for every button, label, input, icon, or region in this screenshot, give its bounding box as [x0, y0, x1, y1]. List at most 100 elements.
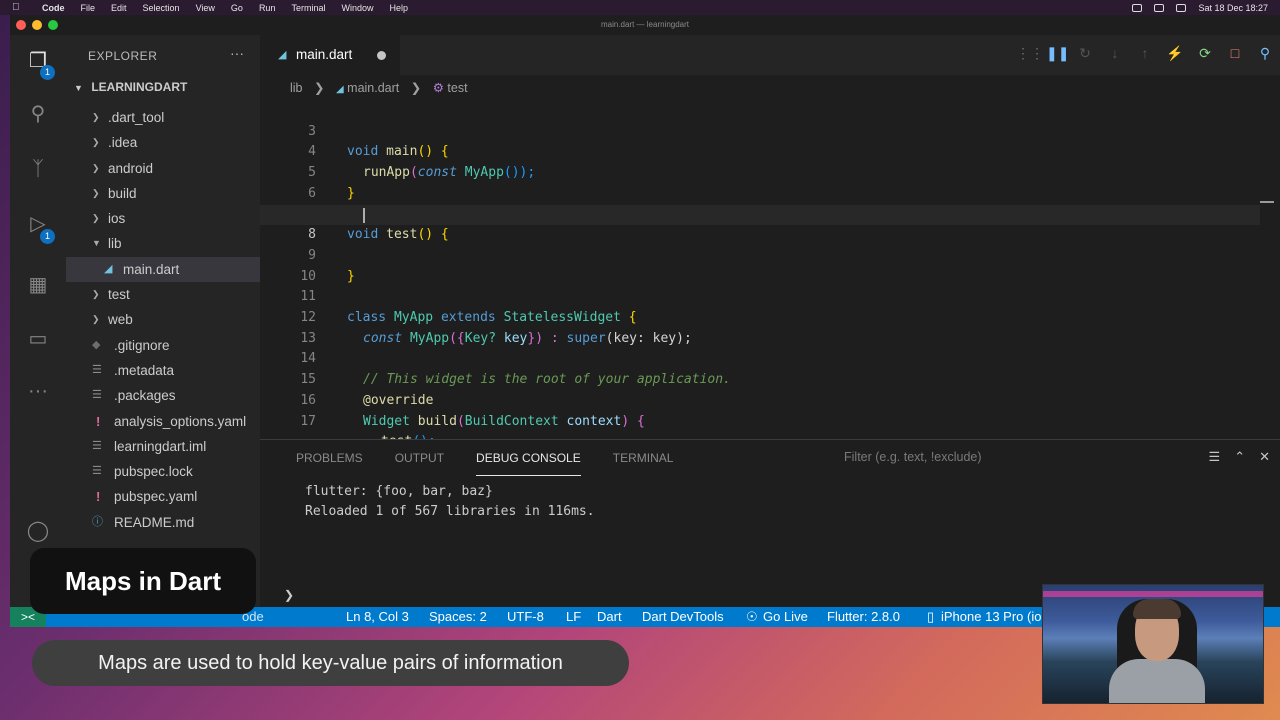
- menu-selection[interactable]: Selection: [143, 3, 180, 13]
- zoom-window-button[interactable]: [48, 20, 58, 30]
- drag-handle-icon[interactable]: ⋮⋮: [1016, 45, 1044, 62]
- menu-help[interactable]: Help: [389, 3, 408, 13]
- breadcrumb-test[interactable]: test: [447, 81, 467, 95]
- activity-bar: ❐ 1 ⚲ ᛉ ▷ 1 ▦ ▭ ··· ◯ ⚙: [10, 35, 66, 607]
- tree-item-label: .metadata: [114, 362, 175, 378]
- stop-icon[interactable]: □: [1226, 45, 1244, 62]
- menu-edit[interactable]: Edit: [111, 3, 127, 13]
- search-icon[interactable]: ⚲: [24, 100, 52, 128]
- breadcrumb-main-dart[interactable]: main.dart: [347, 81, 399, 95]
- extensions-icon[interactable]: ▦: [24, 271, 52, 299]
- wifi-icon[interactable]: [1132, 3, 1143, 12]
- tab-main-dart[interactable]: ◢ main.dart: [260, 35, 400, 75]
- workspace-root-label: LEARNINGDART: [91, 80, 188, 94]
- step-over-icon[interactable]: ↻: [1076, 45, 1094, 62]
- devtools-search-icon[interactable]: ⚲: [1256, 45, 1274, 62]
- menu-window[interactable]: Window: [341, 3, 373, 13]
- code-line: 16 Widget build(BuildContext context) {: [260, 370, 1260, 429]
- tab-debug-console[interactable]: DEBUG CONSOLE: [476, 440, 581, 476]
- code-text: Widget build(BuildContext context) {: [363, 413, 645, 429]
- code-line: 6: [260, 163, 1260, 201]
- source-control-icon[interactable]: ᛉ: [24, 155, 52, 183]
- chevron-right-icon: ❯: [92, 213, 100, 224]
- unsaved-dot-icon[interactable]: [377, 51, 386, 60]
- close-panel-icon[interactable]: ✕: [1259, 449, 1270, 465]
- code-line: 15 @override: [260, 349, 1260, 408]
- tree-item-learningdart-iml[interactable]: ☰ learningdart.iml: [66, 434, 260, 459]
- tree-item-pubspec-lock[interactable]: ☰ pubspec.lock: [66, 459, 260, 484]
- tree-item-analysis-options[interactable]: ! analysis_options.yaml: [66, 409, 260, 434]
- webcam-presenter: [1042, 584, 1264, 704]
- remote-explorer-icon[interactable]: ▭: [24, 325, 52, 353]
- menu-bar:  Code File Edit Selection View Go Run T…: [0, 0, 1280, 15]
- battery-icon[interactable]: [1154, 3, 1165, 12]
- clear-console-icon[interactable]: ☰: [1209, 449, 1221, 465]
- menu-view[interactable]: View: [196, 3, 215, 13]
- status-device[interactable]: iPhone 13 Pro (io: [941, 607, 1041, 627]
- maximize-panel-icon[interactable]: ⌃: [1234, 449, 1245, 465]
- pause-icon[interactable]: ❚❚: [1046, 45, 1069, 62]
- tab-output[interactable]: OUTPUT: [395, 440, 444, 476]
- hot-reload-icon[interactable]: ⚡: [1166, 45, 1184, 62]
- tree-item-dart-tool[interactable]: ❯ .dart_tool: [66, 105, 260, 130]
- menu-file[interactable]: File: [81, 3, 96, 13]
- tree-item-ios[interactable]: ❯ ios: [66, 206, 260, 231]
- tree-item-test[interactable]: ❯ test: [66, 282, 260, 307]
- apple-icon[interactable]: : [12, 2, 28, 13]
- explorer-heading: EXPLORER: [88, 49, 158, 63]
- tree-item-build[interactable]: ❯ build: [66, 181, 260, 206]
- tree-item-android[interactable]: ❯ android: [66, 156, 260, 181]
- panel-actions: ☰ ⌃ ✕: [1209, 449, 1270, 465]
- breadcrumb-lib[interactable]: lib: [290, 81, 303, 95]
- status-go-live[interactable]: Go Live: [763, 607, 808, 627]
- file-lines-icon: ☰: [92, 363, 102, 376]
- tab-problems[interactable]: PROBLEMS: [296, 440, 363, 476]
- restart-icon[interactable]: ⟳: [1196, 45, 1214, 62]
- account-icon[interactable]: ◯: [24, 517, 52, 545]
- tree-item-lib[interactable]: ▼ lib: [66, 231, 260, 256]
- text-cursor: [363, 207, 365, 223]
- code-line: 3 void main() {: [260, 101, 1260, 160]
- tree-item-idea[interactable]: ❯ .idea: [66, 130, 260, 155]
- minimap-indicator[interactable]: [1260, 201, 1274, 203]
- tree-item-packages[interactable]: ☰ .packages: [66, 383, 260, 408]
- tab-terminal[interactable]: TERMINAL: [613, 440, 674, 476]
- tree-item-gitignore[interactable]: ◆ .gitignore: [66, 333, 260, 358]
- status-eol[interactable]: LF: [566, 607, 581, 627]
- tree-item-main-dart[interactable]: ◢ main.dart: [66, 256, 260, 283]
- breadcrumb: lib ❯ ◢ main.dart ❯ ⚙ test: [260, 75, 1280, 101]
- tree-item-web[interactable]: ❯ web: [66, 307, 260, 332]
- menu-go[interactable]: Go: [231, 3, 243, 13]
- more-icon[interactable]: ···: [24, 377, 52, 405]
- step-out-icon[interactable]: ↑: [1136, 45, 1154, 62]
- tree-item-metadata[interactable]: ☰ .metadata: [66, 358, 260, 383]
- status-indentation[interactable]: Spaces: 2: [429, 607, 487, 627]
- console-filter-input[interactable]: Filter (e.g. text, !exclude): [844, 450, 982, 464]
- console-line: flutter: {foo, bar, baz}: [305, 484, 493, 499]
- menubar-clock[interactable]: Sat 18 Dec 18:27: [1198, 3, 1268, 13]
- close-window-button[interactable]: [16, 20, 26, 30]
- step-into-icon[interactable]: ↓: [1106, 45, 1124, 62]
- neon-light: [1043, 591, 1263, 597]
- status-encoding[interactable]: UTF-8: [507, 607, 544, 627]
- menu-terminal[interactable]: Terminal: [291, 3, 325, 13]
- status-language[interactable]: Dart: [597, 607, 622, 627]
- more-actions-icon[interactable]: ···: [230, 45, 244, 61]
- status-dart-devtools[interactable]: Dart DevTools: [642, 607, 724, 627]
- tree-item-readme[interactable]: ⓘ README.md: [66, 510, 260, 535]
- console-prompt-chevron-icon[interactable]: ❯: [284, 588, 294, 602]
- menu-run[interactable]: Run: [259, 3, 276, 13]
- minimize-window-button[interactable]: [32, 20, 42, 30]
- status-cursor-position[interactable]: Ln 8, Col 3: [346, 607, 409, 627]
- tree-item-pubspec-yaml[interactable]: ! pubspec.yaml: [66, 484, 260, 509]
- tree-item-label: .idea: [108, 135, 138, 151]
- tree-item-label: learningdart.iml: [114, 438, 207, 454]
- status-flutter-version[interactable]: Flutter: 2.8.0: [827, 607, 900, 627]
- workspace-root[interactable]: ▼ LEARNINGDART: [74, 80, 187, 94]
- window-title: main.dart — learningdart: [600, 20, 690, 29]
- menu-app[interactable]: Code: [42, 3, 65, 13]
- yaml-exclamation-icon: !: [96, 413, 101, 429]
- code-editor[interactable]: 3 void main() { 4 runApp(const MyApp());…: [260, 101, 1280, 449]
- git-icon: ◆: [92, 338, 101, 351]
- control-center-icon[interactable]: [1176, 3, 1187, 12]
